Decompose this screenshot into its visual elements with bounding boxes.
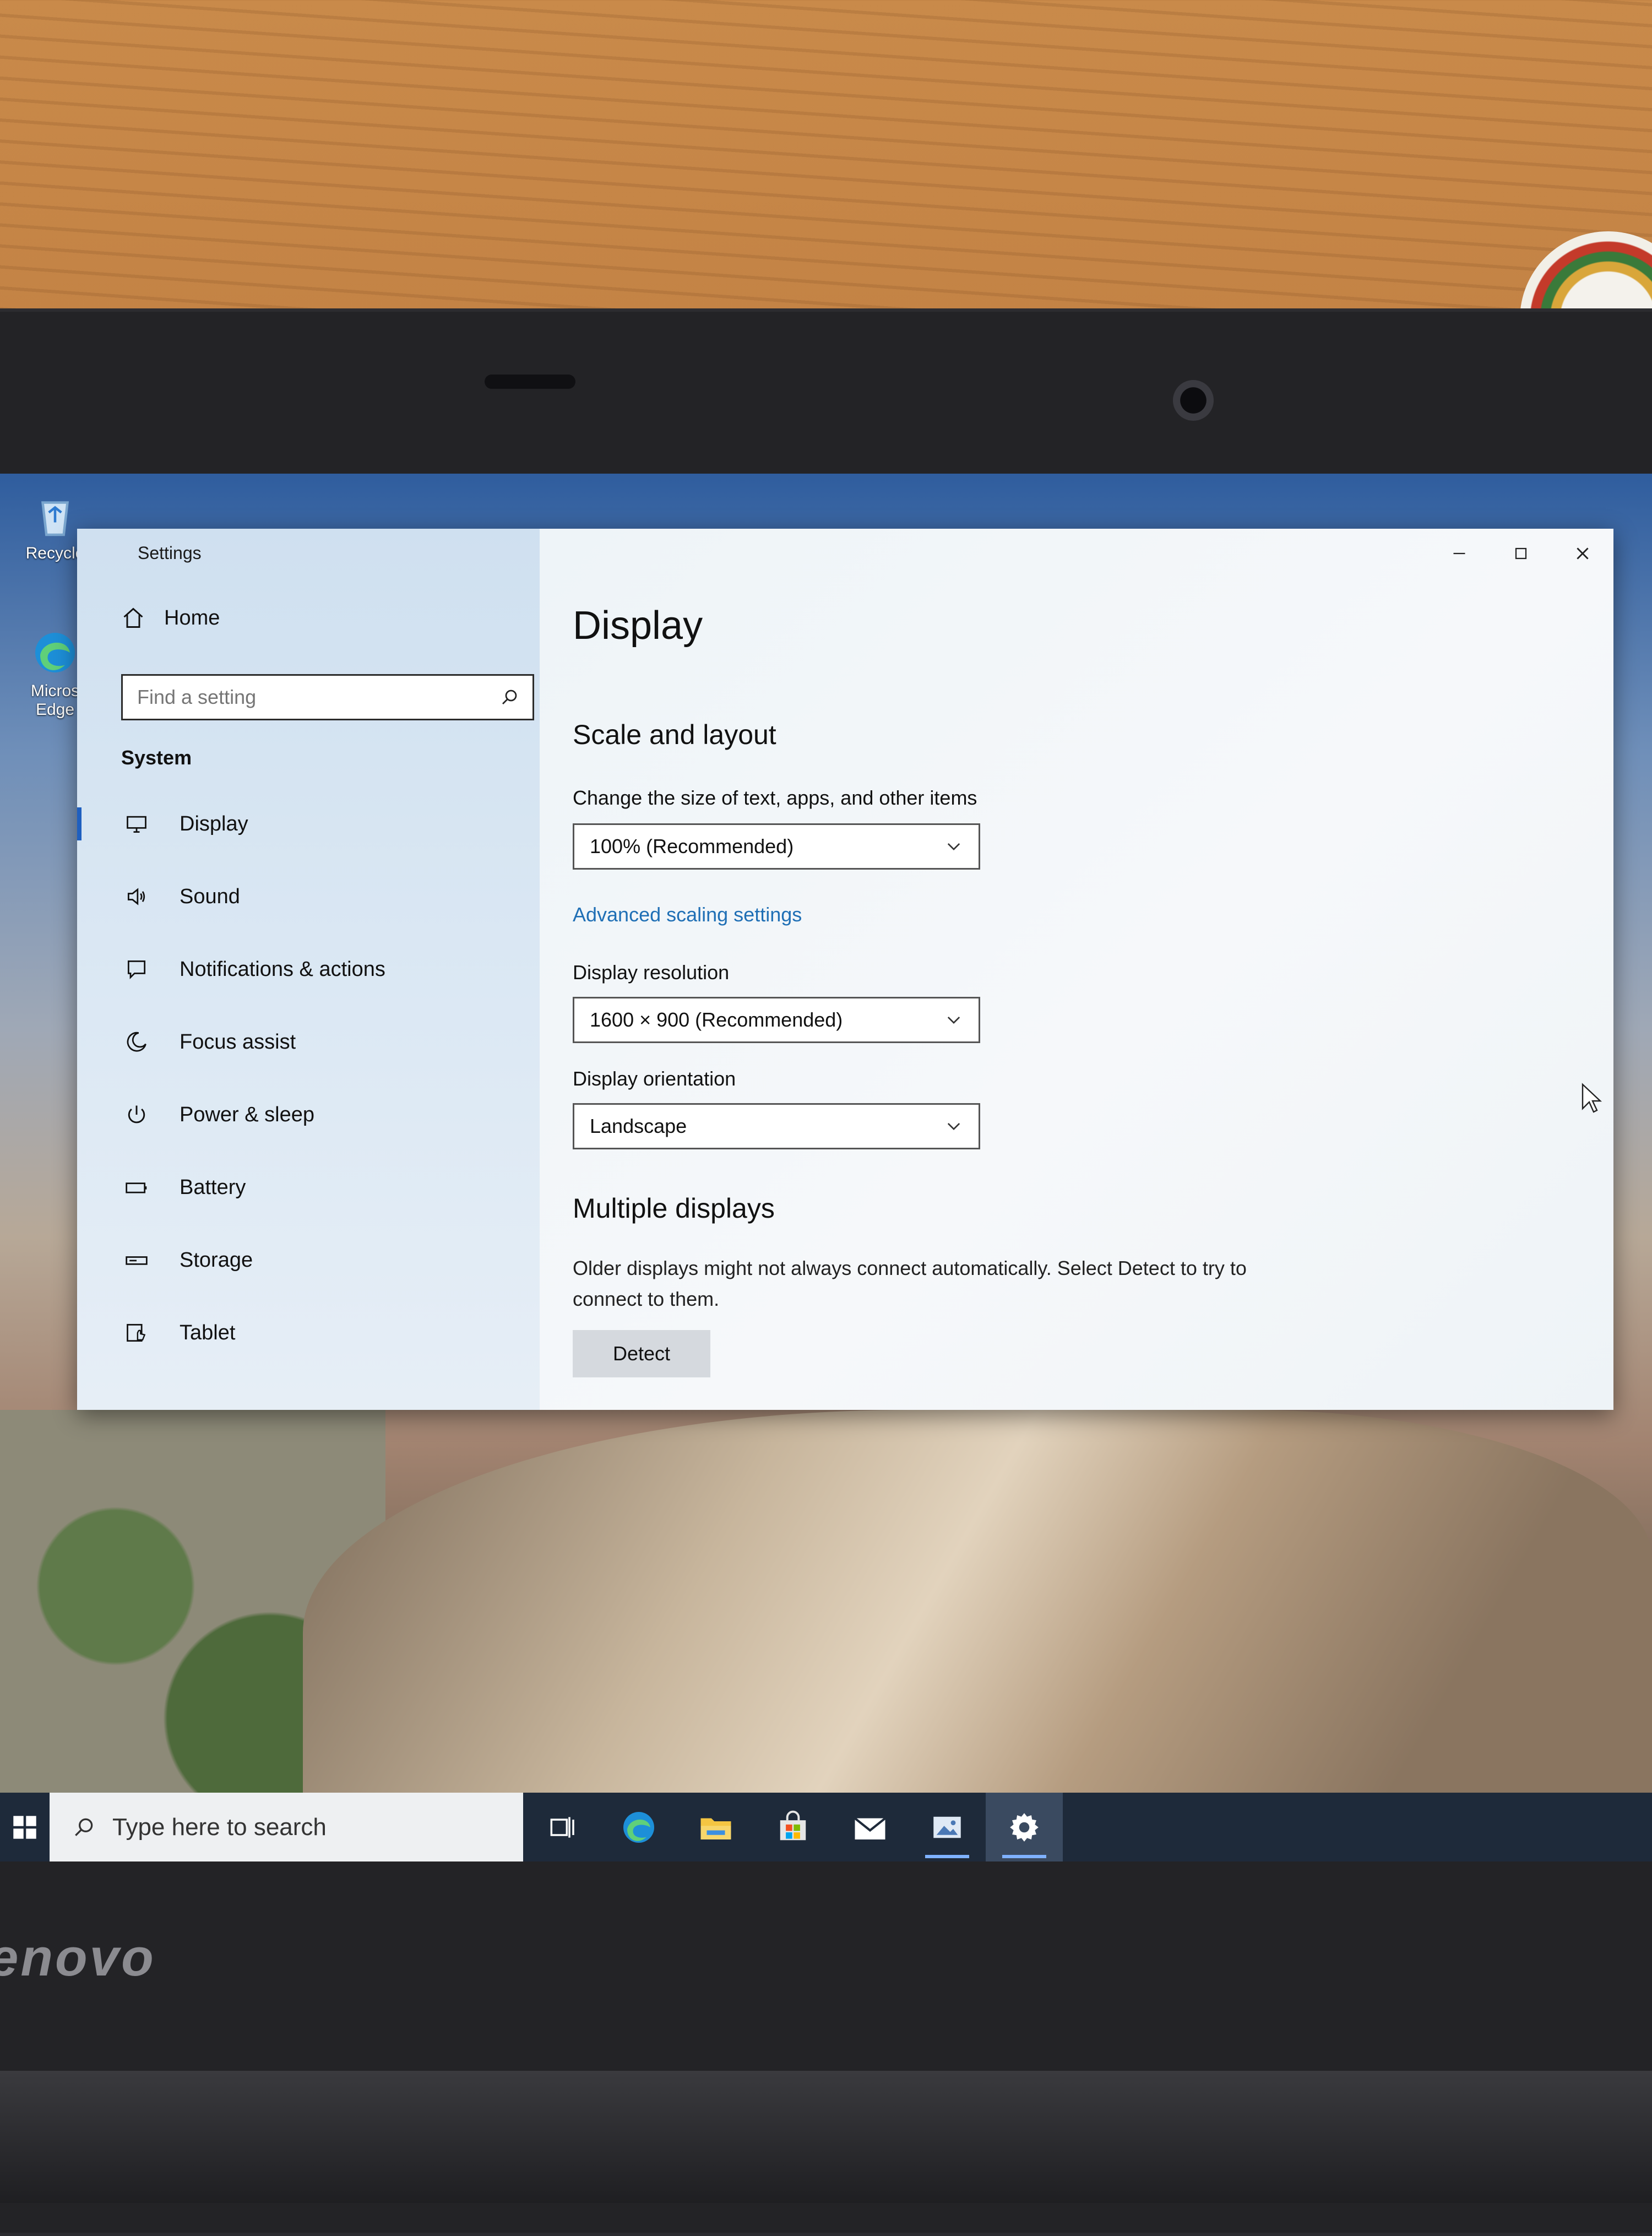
sidebar-item-notifications[interactable]: Notifications & actions <box>77 933 540 1006</box>
orientation-dropdown-value: Landscape <box>590 1115 687 1137</box>
microphone-slot <box>485 375 575 389</box>
chevron-down-icon <box>947 843 960 851</box>
settings-main-content: Display Scale and layout Change the size… <box>540 529 1613 1410</box>
taskbar-settings[interactable] <box>986 1793 1063 1861</box>
resolution-dropdown[interactable]: 1600 × 900 (Recommended) <box>573 997 980 1043</box>
orientation-label: Display orientation <box>573 1067 736 1090</box>
monitor-icon <box>121 808 152 839</box>
resolution-label: Display resolution <box>573 961 730 984</box>
home-icon <box>123 607 143 628</box>
battery-icon <box>121 1172 152 1203</box>
taskbar: Type here to search <box>0 1793 1652 1861</box>
sidebar-home-link[interactable]: Home <box>121 606 220 630</box>
mail-icon <box>854 1817 886 1839</box>
desktop-screen: Recycle Micros Edge Settings Home Find a… <box>0 474 1652 1861</box>
sidebar-item-label: Storage <box>180 1248 253 1272</box>
sidebar-item-label: Battery <box>180 1175 246 1199</box>
minimize-icon <box>1453 552 1465 555</box>
mouse-cursor-icon <box>1582 1083 1602 1113</box>
power-icon <box>121 1099 152 1130</box>
taskbar-task-view[interactable] <box>523 1793 600 1861</box>
search-icon[interactable] <box>499 687 519 707</box>
taskbar-edge[interactable] <box>600 1793 677 1861</box>
chevron-down-icon <box>947 1122 960 1131</box>
moon-icon <box>121 1027 152 1057</box>
scale-dropdown-value: 100% (Recommended) <box>590 835 794 858</box>
sidebar-item-label: Power & sleep <box>180 1103 315 1126</box>
scale-dropdown[interactable]: 100% (Recommended) <box>573 823 980 870</box>
page-title: Display <box>573 604 703 648</box>
chevron-down-icon <box>947 1016 960 1024</box>
close-button[interactable] <box>1552 529 1613 578</box>
settings-sidebar: Settings Home System <box>77 529 540 1410</box>
sidebar-item-sound[interactable]: Sound <box>77 860 540 933</box>
desktop-icon-label: Micros Edge <box>30 682 80 719</box>
webcam <box>1173 380 1214 421</box>
edge-icon <box>623 1811 654 1843</box>
taskbar-mail[interactable] <box>832 1793 909 1861</box>
windows-logo-icon <box>13 1815 36 1839</box>
taskbar-photos[interactable] <box>909 1793 986 1861</box>
laptop-hinge <box>0 2071 1652 2203</box>
multiple-displays-description: Older displays might not always connect … <box>573 1257 1247 1310</box>
sidebar-item-focus-assist[interactable]: Focus assist <box>77 1006 540 1078</box>
maximize-button[interactable] <box>1490 529 1552 578</box>
sidebar-item-label: Sound <box>180 884 240 908</box>
window-title: Settings <box>138 543 202 563</box>
laptop-brand-logo: enovo <box>0 1928 156 1987</box>
find-setting-search-box[interactable] <box>121 674 534 720</box>
size-label: Change the size of text, apps, and other… <box>573 786 977 809</box>
file-explorer-icon <box>700 1818 731 1839</box>
search-input[interactable] <box>136 685 499 709</box>
edge-icon <box>35 633 75 672</box>
store-icon <box>780 1810 806 1840</box>
sidebar-item-label: Focus assist <box>180 1030 296 1054</box>
notification-icon <box>121 954 152 985</box>
recycle-bin-icon <box>41 501 69 536</box>
sidebar-item-battery[interactable]: Battery <box>77 1151 540 1224</box>
desktop-icon-label: Recycle <box>25 544 85 562</box>
taskbar-file-explorer[interactable] <box>677 1793 754 1861</box>
taskbar-search-placeholder: Type here to search <box>112 1813 327 1841</box>
sidebar-item-power-sleep[interactable]: Power & sleep <box>77 1078 540 1151</box>
sidebar-item-display[interactable]: Display <box>77 788 540 860</box>
sidebar-section-system: System <box>121 746 192 769</box>
wooden-table <box>0 0 1652 352</box>
start-button[interactable] <box>0 1793 50 1861</box>
speaker-icon <box>121 881 152 912</box>
settings-gear-icon <box>1010 1812 1039 1842</box>
scale-layout-heading: Scale and layout <box>573 719 776 750</box>
home-label: Home <box>164 606 220 629</box>
taskbar-store[interactable] <box>754 1793 832 1861</box>
minimize-button[interactable] <box>1428 529 1490 578</box>
storage-icon <box>121 1245 152 1276</box>
detect-button[interactable]: Detect <box>573 1330 710 1377</box>
maximize-icon <box>1515 547 1527 560</box>
task-view-icon <box>550 1816 574 1838</box>
sidebar-item-label: Tablet <box>180 1321 236 1344</box>
sidebar-item-tablet[interactable]: Tablet <box>77 1296 540 1369</box>
multiple-displays-heading: Multiple displays <box>573 1193 775 1224</box>
close-icon <box>1577 547 1589 560</box>
sidebar-nav: Display Sound Notifications & actions Fo… <box>77 788 540 1369</box>
taskbar-search-box[interactable]: Type here to search <box>50 1793 523 1861</box>
resolution-dropdown-value: 1600 × 900 (Recommended) <box>590 1008 843 1031</box>
window-controls <box>1428 529 1613 578</box>
advanced-scaling-link[interactable]: Advanced scaling settings <box>573 903 802 926</box>
orientation-dropdown[interactable]: Landscape <box>573 1103 980 1149</box>
tablet-icon <box>121 1317 152 1348</box>
settings-window: Settings Home System <box>77 529 1613 1410</box>
photos-icon <box>933 1816 961 1838</box>
sidebar-item-storage[interactable]: Storage <box>77 1224 540 1296</box>
search-icon <box>75 1818 93 1836</box>
sidebar-item-label: Notifications & actions <box>180 957 385 981</box>
sidebar-item-label: Display <box>180 812 248 835</box>
